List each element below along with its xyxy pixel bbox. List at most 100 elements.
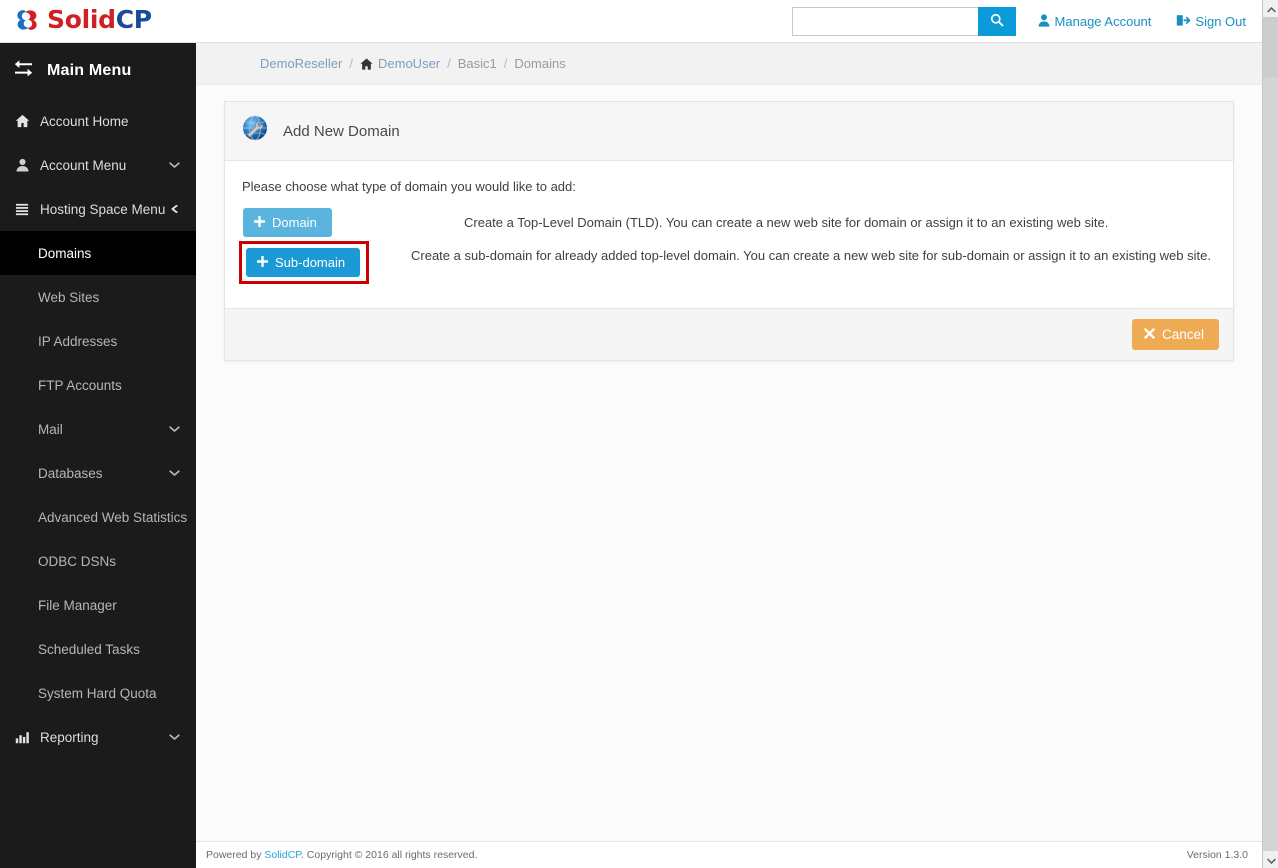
breadcrumb-item-demouser[interactable]: DemoUser — [360, 56, 440, 71]
breadcrumb-item-basic1: Basic1 — [458, 56, 497, 71]
sidebar-item-databases[interactable]: Databases — [0, 451, 196, 495]
footer-copyright: Powered by SolidCP. Copyright © 2016 all… — [206, 849, 477, 861]
sidebar-item-file-manager[interactable]: File Manager — [0, 583, 196, 627]
sign-out-icon — [1176, 14, 1191, 30]
cancel-label: Cancel — [1161, 327, 1204, 342]
domain-type-choices: Domain Create a Top-Level Domain (TLD). Y… — [239, 208, 1219, 284]
domain-type-description: Create a sub-domain for already added to… — [411, 248, 1211, 263]
footer-prefix: Powered by — [206, 849, 265, 861]
sidebar-item-advanced-web-statistics[interactable]: Advanced Web Statistics — [0, 495, 196, 539]
logo-wordmark: SolidCP — [47, 5, 152, 35]
scrollbar-down-button[interactable] — [1263, 851, 1278, 868]
search-input[interactable] — [791, 7, 978, 36]
breadcrumb-label: DemoUser — [378, 56, 441, 71]
sidebar-item-label: Reporting — [40, 729, 99, 745]
domain-type-row: Sub-domain Create a sub-domain for alread… — [239, 241, 1219, 284]
footer-version: Version 1.3.0 — [1186, 849, 1248, 861]
logo-word-solid: Solid — [47, 5, 116, 34]
sidebar-item-reporting[interactable]: Reporting — [0, 715, 196, 759]
header-actions: Manage Account Sign Out — [791, 7, 1246, 36]
sidebar-item-system-hard-quota[interactable]: System Hard Quota — [0, 671, 196, 715]
panel-title: Add New Domain — [283, 122, 400, 140]
sidebar-item-account-menu[interactable]: Account Menu — [0, 143, 196, 187]
sidebar-item-label: Domains — [38, 245, 92, 261]
footer-solidcp-link[interactable]: SolidCP — [264, 849, 301, 861]
sidebar-item-domains[interactable]: Domains — [0, 231, 196, 275]
page-footer: Powered by SolidCP. Copyright © 2016 all… — [196, 841, 1262, 868]
breadcrumb-separator: / — [503, 56, 508, 71]
panel-body: Please choose what type of domain you wo… — [225, 161, 1233, 308]
chevron-down-icon — [1266, 851, 1276, 868]
plus-icon — [253, 215, 266, 229]
breadcrumb-label: Basic1 — [457, 56, 497, 71]
chart-bar-icon — [15, 730, 35, 744]
sidebar-item-hosting-space-menu[interactable]: Hosting Space Menu — [0, 187, 196, 231]
sidebar-item-web-sites[interactable]: Web Sites — [0, 275, 196, 319]
main-content-area: DemoReseller / DemoUser / Basic1 / Domains — [196, 43, 1262, 868]
chevron-down-icon — [169, 425, 180, 433]
sidebar-nav-list: Account Home Account Menu Hosting Space Me… — [0, 99, 196, 759]
search-button[interactable] — [977, 7, 1016, 36]
sidebar-item-label: FTP Accounts — [38, 377, 122, 393]
chevron-down-icon — [169, 733, 180, 741]
breadcrumb-separator: / — [447, 56, 451, 71]
breadcrumb-separator: / — [349, 56, 353, 71]
sidebar-item-label: Account Menu — [40, 157, 127, 173]
sidebar-item-label: IP Addresses — [38, 333, 118, 349]
exchange-arrows-icon — [14, 60, 33, 82]
panel-header: Add New Domain — [225, 102, 1233, 161]
plus-icon — [256, 255, 269, 269]
scrollbar-up-button[interactable] — [1263, 0, 1278, 17]
sidebar-item-account-home[interactable]: Account Home — [0, 99, 196, 143]
sidebar-item-label: ODBC DSNs — [38, 553, 117, 569]
breadcrumb-item-demoreseller[interactable]: DemoReseller — [260, 56, 342, 71]
add-domain-button[interactable]: Domain — [243, 208, 332, 237]
breadcrumb: DemoReseller / DemoUser / Basic1 / Domains — [196, 43, 1262, 85]
solidcp-cloud-logo-icon — [12, 5, 42, 35]
button-label: Sub-domain — [275, 255, 346, 270]
button-label: Domain — [272, 215, 317, 230]
cancel-button[interactable]: Cancel — [1131, 319, 1219, 350]
sidebar-item-scheduled-tasks[interactable]: Scheduled Tasks — [0, 627, 196, 671]
close-x-icon — [1144, 327, 1155, 342]
sidebar-title: Main Menu — [47, 62, 132, 79]
sign-out-link[interactable]: Sign Out — [1176, 14, 1246, 30]
scrollbar-thumb[interactable] — [1263, 17, 1278, 77]
solidcp-logo[interactable]: SolidCP — [12, 5, 152, 35]
scrollbar-track[interactable] — [1263, 77, 1278, 851]
user-icon — [1038, 13, 1050, 30]
choose-type-prompt: Please choose what type of domain you wo… — [242, 179, 576, 194]
manage-account-link[interactable]: Manage Account — [1038, 13, 1152, 30]
footer-suffix: . Copyright © 2016 all rights reserved. — [300, 849, 478, 861]
sidebar-item-label: Account Home — [40, 113, 129, 129]
add-sub-domain-button[interactable]: Sub-domain — [246, 248, 361, 277]
list-icon — [15, 202, 35, 216]
home-icon — [360, 58, 373, 70]
top-header-bar: SolidCP Manage Account Sign Out — [0, 0, 1262, 43]
chevron-down-icon — [169, 469, 180, 477]
page-scrollbar[interactable] — [1262, 0, 1278, 868]
highlighted-button-wrapper: Sub-domain — [239, 241, 369, 284]
sidebar-item-label: Web Sites — [38, 289, 100, 305]
sidebar-item-ip-addresses[interactable]: IP Addresses — [0, 319, 196, 363]
sidebar-item-odbc-dsns[interactable]: ODBC DSNs — [0, 539, 196, 583]
sidebar-item-label: File Manager — [38, 597, 117, 613]
breadcrumb-item-domains: Domains — [514, 56, 565, 71]
domain-type-description: Create a Top-Level Domain (TLD). You can… — [464, 215, 1109, 230]
sidebar-item-ftp-accounts[interactable]: FTP Accounts — [0, 363, 196, 407]
sidebar-item-label: Scheduled Tasks — [38, 641, 140, 657]
domain-type-row: Domain Create a Top-Level Domain (TLD). Y… — [239, 208, 1219, 237]
app-root: SolidCP Manage Account Sign Out Main Men… — [0, 0, 1278, 868]
logo-word-cp: CP — [115, 5, 152, 34]
sidebar-item-label: Advanced Web Statistics — [38, 509, 188, 525]
sidebar-item-label: Databases — [38, 465, 103, 481]
sidebar-item-label: System Hard Quota — [38, 685, 157, 701]
add-new-domain-panel: Add New Domain Please choose what type o… — [224, 101, 1234, 361]
search-icon — [990, 13, 1004, 30]
sidebar-item-mail[interactable]: Mail — [0, 407, 196, 451]
chevron-left-icon — [169, 205, 180, 213]
sidebar-item-label: Mail — [38, 421, 63, 437]
globe-wrench-icon — [239, 113, 271, 150]
manage-account-label: Manage Account — [1054, 14, 1152, 29]
sidebar-title-row: Main Menu — [0, 43, 196, 99]
